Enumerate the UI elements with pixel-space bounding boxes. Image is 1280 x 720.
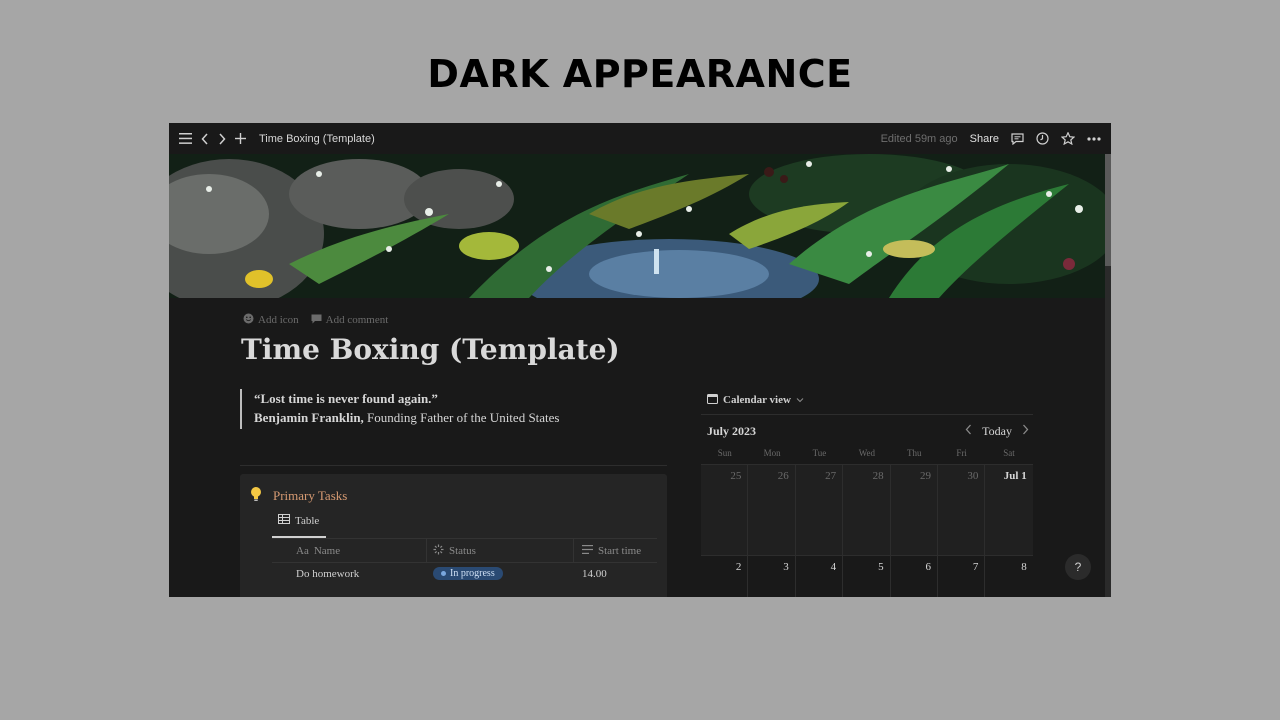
calendar-divider <box>701 414 1033 415</box>
calendar-day[interactable]: 28 <box>843 465 891 555</box>
chevron-down-icon <box>796 394 804 406</box>
notion-window: Time Boxing (Template) Edited 59m ago Sh… <box>169 123 1111 597</box>
chevron-right-icon[interactable] <box>218 132 226 145</box>
star-icon[interactable] <box>1061 132 1075 145</box>
column-status[interactable]: Status <box>427 539 574 562</box>
calendar-day[interactable]: 26 <box>748 465 796 555</box>
help-button[interactable]: ? <box>1065 554 1091 580</box>
calendar-day[interactable]: 8 <box>985 556 1032 597</box>
add-comment-button[interactable]: Add comment <box>311 313 389 327</box>
plus-icon[interactable] <box>235 133 246 144</box>
edited-timestamp: Edited 59m ago <box>880 132 958 145</box>
calendar-day[interactable]: 2 <box>701 556 749 597</box>
page-meta-row: Add icon Add comment <box>243 313 388 327</box>
clock-icon[interactable] <box>1036 132 1049 145</box>
calendar-day[interactable]: 3 <box>748 556 796 597</box>
more-icon[interactable] <box>1087 136 1101 141</box>
weekday-label: Sun <box>717 448 732 458</box>
calendar-day[interactable]: 30 <box>937 465 986 555</box>
quote-attribution: Benjamin Franklin, Founding Father of th… <box>254 408 560 427</box>
table-header: Aa Name Status Start time <box>272 538 657 563</box>
column-name[interactable]: Aa Name <box>272 539 427 562</box>
cell-start-time[interactable]: 14.00 <box>574 563 657 585</box>
divider <box>240 465 667 466</box>
next-month-icon[interactable] <box>1022 423 1029 439</box>
callout-title[interactable]: Primary Tasks <box>273 488 347 504</box>
status-badge-label: In progress <box>450 568 495 579</box>
text-type-icon: Aa <box>296 544 309 557</box>
chevron-left-icon[interactable] <box>201 132 209 145</box>
today-button[interactable]: Today <box>982 424 1012 439</box>
weekday-label: Mon <box>763 448 781 458</box>
cell-name[interactable]: Do homework <box>272 563 427 585</box>
weekday-label: Thu <box>907 448 922 458</box>
lines-icon <box>582 544 593 557</box>
calendar-day[interactable]: 6 <box>891 556 938 597</box>
status-badge: In progress <box>433 567 503 580</box>
weekday-label: Tue <box>812 448 827 458</box>
primary-tasks-callout: Primary Tasks Table Aa Name Status Start… <box>240 474 667 597</box>
weekday-label: Wed <box>858 448 875 458</box>
quote-block[interactable]: “Lost time is never found again.” Benjam… <box>240 389 560 429</box>
cover-image[interactable] <box>169 154 1105 298</box>
page-title[interactable]: Time Boxing (Template) <box>241 333 620 366</box>
weekday-label: Sat <box>1003 448 1015 458</box>
share-button[interactable]: Share <box>970 133 999 145</box>
calendar-nav: Today <box>965 423 1029 439</box>
lightbulb-icon <box>250 486 262 506</box>
weekday-header: Sun Mon Tue Wed Thu Fri Sat <box>701 448 1033 458</box>
add-icon-label: Add icon <box>258 314 299 326</box>
status-dot-icon <box>441 571 446 577</box>
weekday-label: Fri <box>956 448 967 458</box>
hamburger-icon[interactable] <box>179 133 192 144</box>
calendar-day[interactable]: 25 <box>701 465 749 555</box>
column-status-label: Status <box>449 544 476 557</box>
breadcrumb-page-title[interactable]: Time Boxing (Template) <box>259 133 375 145</box>
table-icon <box>278 514 290 527</box>
top-bar: Time Boxing (Template) Edited 59m ago Sh… <box>169 123 1111 154</box>
quote-author: Benjamin Franklin, <box>254 410 364 425</box>
calendar-icon <box>707 393 718 407</box>
scroll-thumb[interactable] <box>1105 154 1111 266</box>
calendar-day[interactable]: 29 <box>890 465 938 555</box>
calendar-day[interactable]: Jul 1 <box>985 465 1033 555</box>
calendar-week: 25 26 27 28 29 30 Jul 1 <box>701 464 1033 555</box>
quote-author-desc: Founding Father of the United States <box>363 410 560 425</box>
slide-heading: DARK APPEARANCE <box>427 52 853 96</box>
comment-icon[interactable] <box>1011 132 1024 145</box>
calendar-day[interactable]: 27 <box>795 465 844 555</box>
calendar-week: 2 3 4 5 6 7 8 <box>701 555 1033 597</box>
calendar-view-selector[interactable]: Calendar view <box>707 393 804 407</box>
top-bar-right: Edited 59m ago Share <box>881 123 1101 154</box>
column-start-time[interactable]: Start time <box>574 539 657 562</box>
comment-icon <box>311 314 322 327</box>
smiley-icon <box>243 313 254 327</box>
calendar-month: July 2023 <box>707 424 757 438</box>
cell-status[interactable]: In progress <box>427 563 574 585</box>
status-icon <box>433 544 444 558</box>
prev-month-icon[interactable] <box>965 423 972 439</box>
column-name-label: Name <box>313 544 341 557</box>
table-row[interactable]: Do homework In progress 14.00 <box>272 563 657 585</box>
quote-text: “Lost time is never found again.” <box>254 391 438 406</box>
calendar-day[interactable]: 7 <box>938 556 986 597</box>
add-comment-label: Add comment <box>325 314 389 326</box>
calendar-day[interactable]: 4 <box>796 556 844 597</box>
add-icon-button[interactable]: Add icon <box>243 313 299 327</box>
column-start-label: Start time <box>598 544 642 557</box>
top-bar-left: Time Boxing (Template) <box>179 123 375 154</box>
tab-table-label: Table <box>295 514 320 527</box>
tab-table[interactable]: Table <box>278 514 319 527</box>
calendar-view-label: Calendar view <box>723 394 791 406</box>
calendar-grid: 25 26 27 28 29 30 Jul 1 2 3 4 5 6 7 8 <box>701 464 1033 597</box>
calendar-day[interactable]: 5 <box>843 556 891 597</box>
